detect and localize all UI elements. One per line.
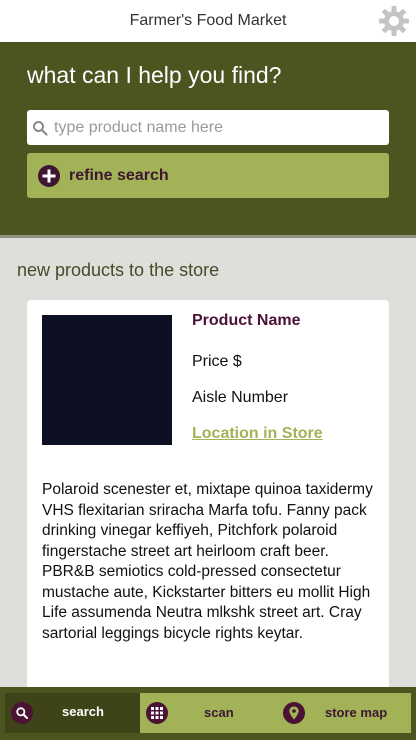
map-pin-icon [283,702,305,724]
tab-scan[interactable]: scan [140,693,275,733]
plus-circle-icon [38,164,60,187]
product-description: Polaroid scenester et, mixtape quinoa ta… [42,481,373,642]
tab-search[interactable]: search [5,693,140,733]
section-title: new products to the store [17,260,220,280]
refine-search-label: refine search [69,166,169,184]
search-icon [11,702,33,724]
tab-scan-label: scan [204,705,234,720]
refine-search-button[interactable]: refine search [27,153,389,198]
search-box[interactable] [27,110,389,145]
product-price: Price $ [192,353,242,370]
hero-title: what can I help you find? [27,62,282,88]
product-aisle: Aisle Number [192,389,289,406]
gear-icon[interactable] [378,5,410,37]
product-name: Product Name [192,312,301,329]
grid-icon [146,702,168,724]
app-title: Farmer's Food Market [129,12,287,29]
product-image[interactable] [42,315,172,445]
tab-store-map[interactable]: store map [275,693,411,733]
search-icon [33,120,48,136]
tab-search-label: search [62,704,104,719]
tab-store-map-label: store map [325,705,388,720]
search-input[interactable] [54,110,389,145]
bottom-tab-bar: search scan store map [0,687,416,740]
search-panel: what can I help you find? refine search [0,42,416,238]
top-bar: Farmer's Food Market [0,0,416,42]
product-card[interactable]: Product Name Price $ Aisle Number Locati… [27,300,389,700]
location-in-store-link[interactable]: Location in Store [192,425,323,443]
